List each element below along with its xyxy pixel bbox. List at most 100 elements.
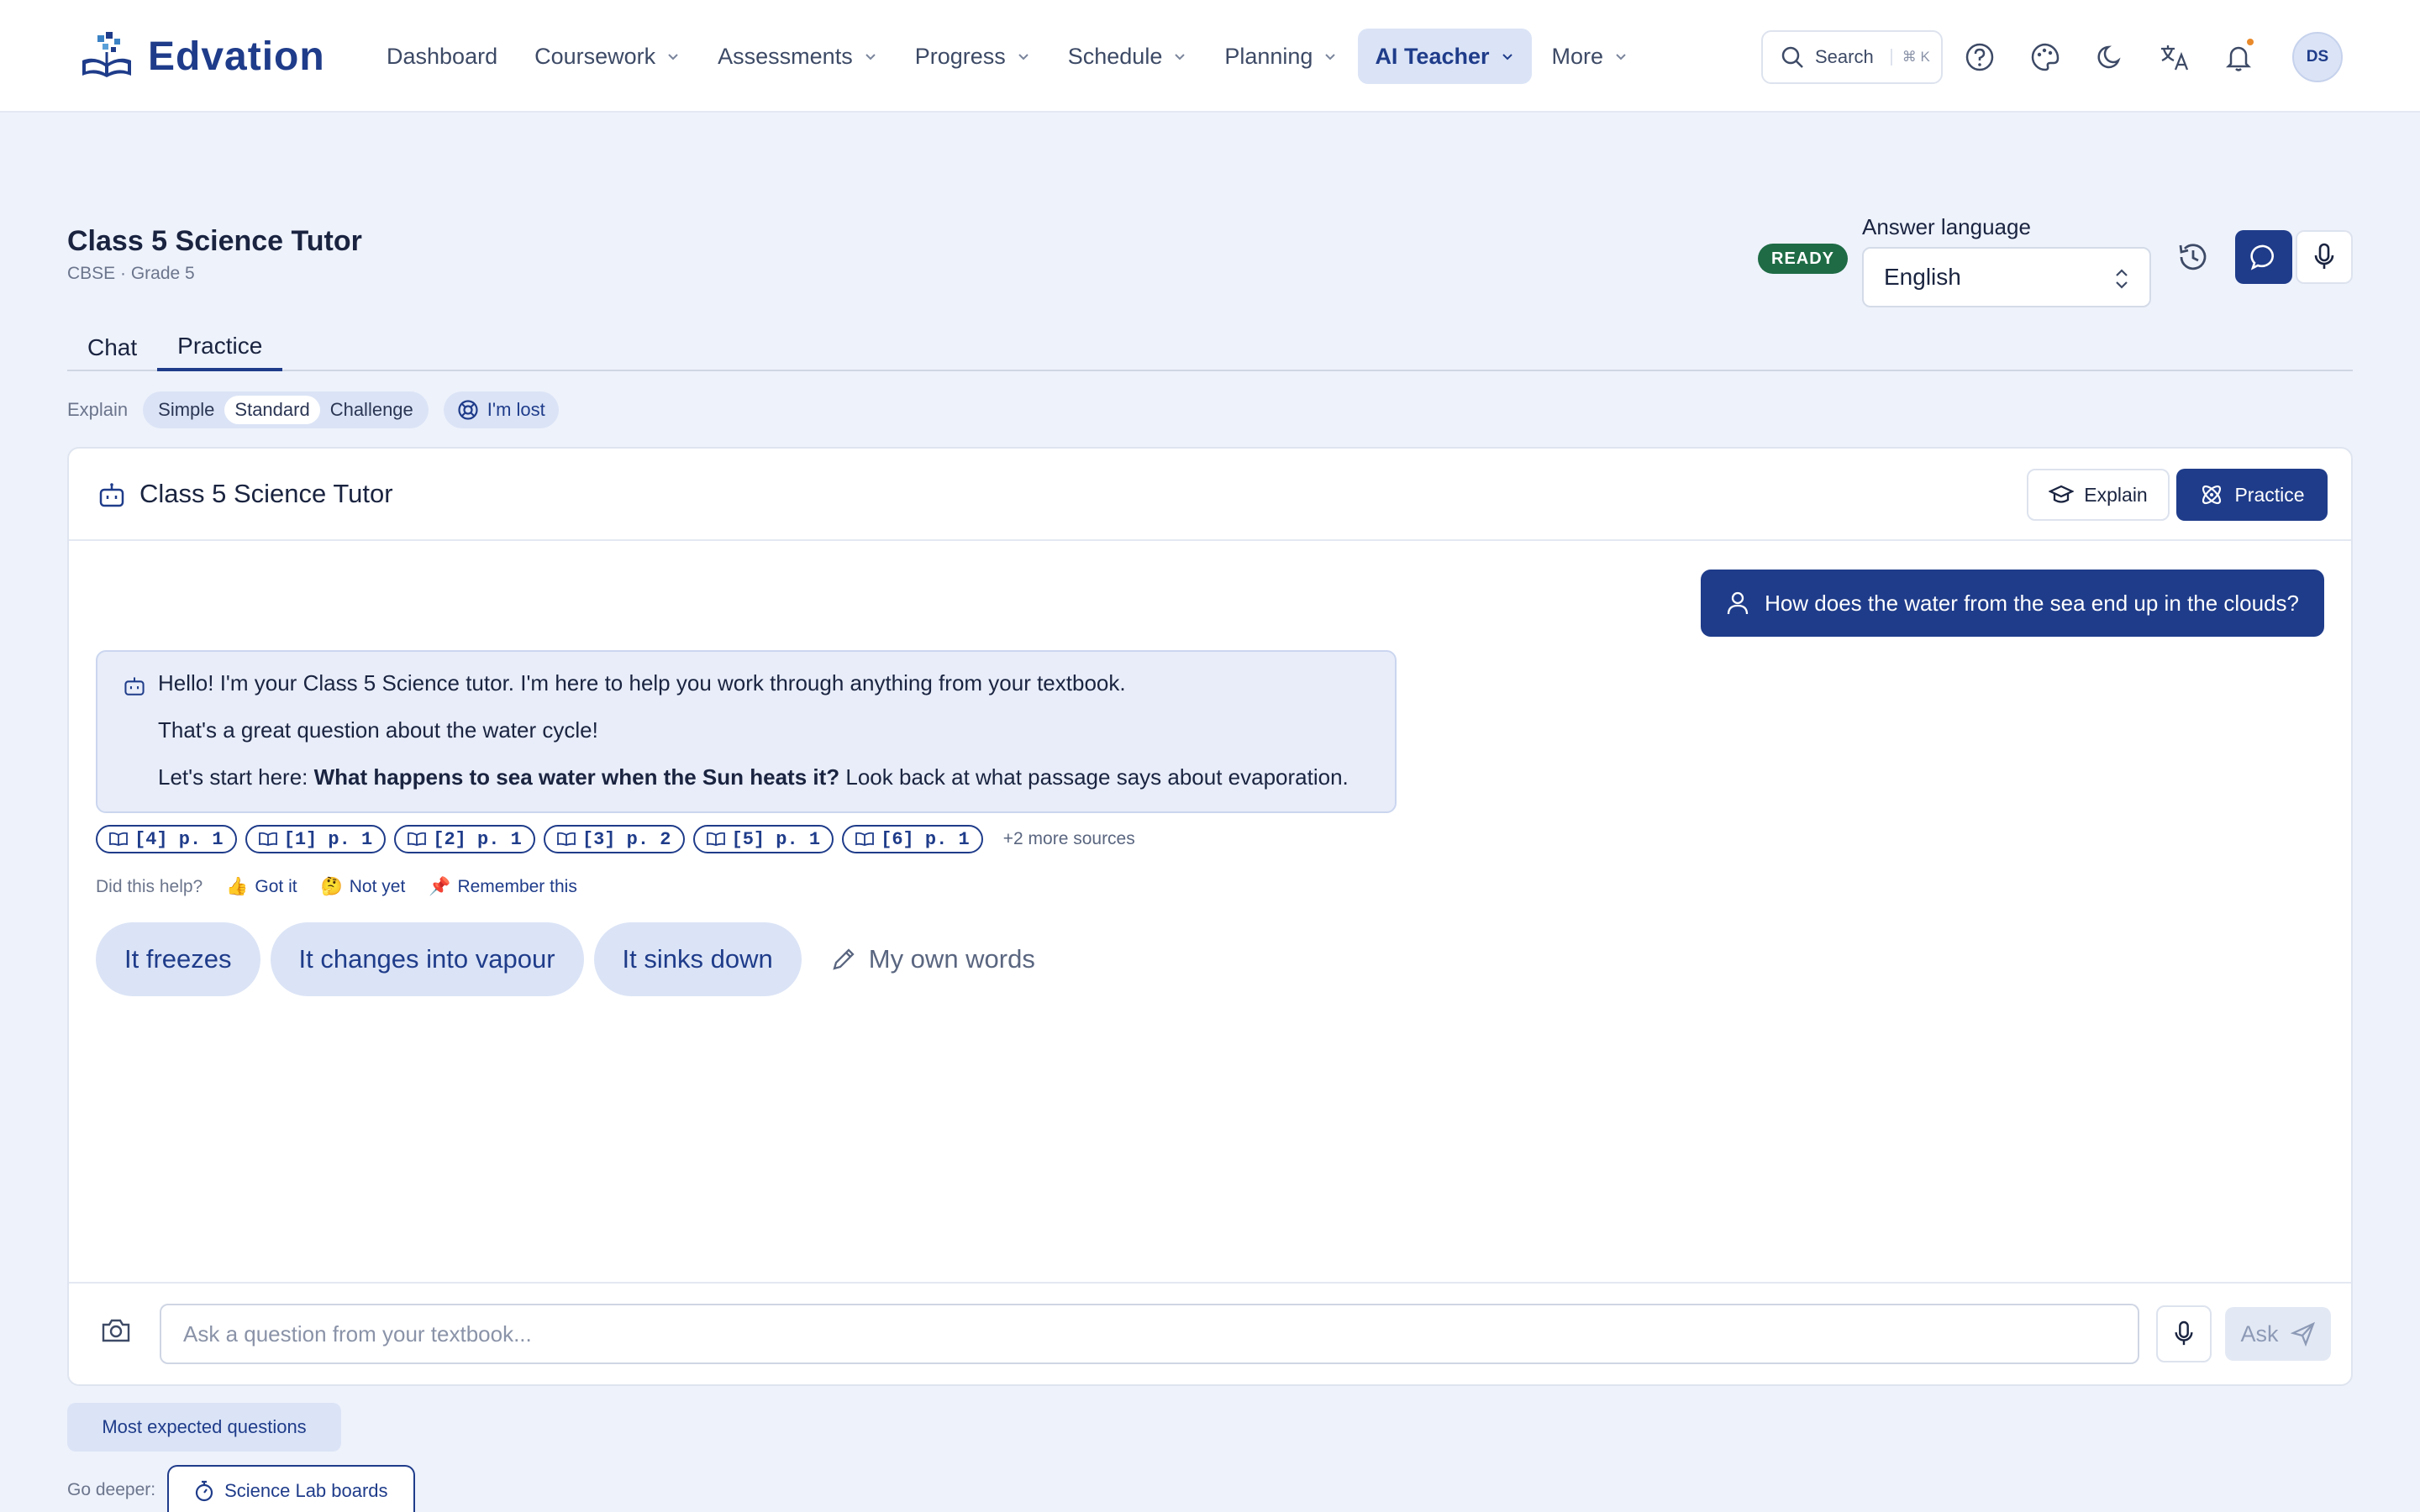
source-chip-label: [1] p. 1: [283, 828, 373, 850]
source-citations: [4] p. 1 [1] p. 1 [2] p. 1 [3] p. 2 [5] …: [96, 825, 1135, 853]
search-label: Search: [1815, 46, 1874, 67]
answer-option[interactable]: It changes into vapour: [270, 922, 584, 996]
thinking-face-icon: 🤔: [320, 877, 343, 896]
chevron-down-icon: [1018, 54, 1028, 60]
most-expected-questions-button[interactable]: Most expected questions: [67, 1403, 341, 1452]
help-icon[interactable]: [1960, 37, 2000, 77]
nav-item-planning[interactable]: Planning: [1207, 29, 1355, 84]
microphone-icon: [2175, 1320, 2193, 1346]
nav-item-dashboard[interactable]: Dashboard: [370, 29, 514, 84]
explain-button[interactable]: Explain: [2027, 469, 2170, 521]
main-nav: Dashboard Coursework Assessments Progres…: [370, 29, 1649, 84]
got-it-button[interactable]: 👍 Got it: [226, 877, 297, 897]
bot-icon: [124, 677, 145, 696]
own-words-button[interactable]: My own words: [812, 922, 1054, 996]
page-subtitle: CBSE · Grade 5: [67, 264, 195, 283]
remember-this-label: Remember this: [457, 877, 577, 896]
nav-item-ai-teacher[interactable]: AI Teacher: [1358, 29, 1532, 84]
remember-this-button[interactable]: 📌 Remember this: [429, 877, 577, 897]
history-icon: [2179, 244, 2207, 270]
bell-icon[interactable]: [2218, 37, 2259, 77]
source-chip[interactable]: [2] p. 1: [394, 825, 535, 853]
practice-button[interactable]: Practice: [2176, 469, 2328, 521]
science-lab-boards-button[interactable]: Science Lab boards: [167, 1465, 415, 1512]
chat-card-title: Class 5 Science Tutor: [139, 479, 393, 508]
chevron-down-icon: [1616, 54, 1626, 60]
source-chip[interactable]: [4] p. 1: [96, 825, 237, 853]
answer-option[interactable]: It freezes: [96, 922, 260, 996]
answer-option[interactable]: It sinks down: [593, 922, 802, 996]
open-book-icon: [706, 832, 725, 846]
camera-icon: [102, 1319, 130, 1342]
voice-mode-button[interactable]: [2296, 230, 2353, 284]
explain-level-standard[interactable]: Standard: [224, 396, 320, 424]
not-yet-label: Not yet: [349, 877, 406, 896]
tab-chat[interactable]: Chat: [67, 324, 157, 371]
more-sources-link[interactable]: +2 more sources: [1003, 829, 1135, 849]
user-message-bubble: How does the water from the sea end up i…: [1701, 570, 2324, 637]
nav-item-more[interactable]: More: [1535, 29, 1646, 84]
brand-logo[interactable]: Edvation: [77, 29, 325, 84]
im-lost-label: I'm lost: [487, 399, 545, 420]
source-chip[interactable]: [1] p. 1: [245, 825, 387, 853]
camera-button[interactable]: [101, 1317, 131, 1344]
global-search-button[interactable]: Search ⌘ K: [1761, 30, 1943, 84]
tutor-chat-card: Class 5 Science Tutor Explain Practice H…: [67, 447, 2353, 1386]
open-book-icon: [855, 832, 875, 846]
explain-level-challenge[interactable]: Challenge: [320, 396, 424, 424]
send-icon: [2290, 1321, 2315, 1347]
palette-icon[interactable]: [2025, 37, 2065, 77]
history-button[interactable]: [2173, 237, 2213, 277]
nav-item-schedule[interactable]: Schedule: [1051, 29, 1205, 84]
logo-book-icon: [77, 30, 136, 82]
go-deeper-row: Go deeper: Science Lab boards: [67, 1465, 415, 1512]
moon-icon[interactable]: [2091, 37, 2131, 77]
lifebuoy-icon: [458, 400, 478, 420]
user-avatar[interactable]: DS: [2292, 32, 2343, 82]
page-title: Class 5 Science Tutor: [67, 225, 362, 257]
chat-mode-button[interactable]: [2235, 230, 2292, 284]
nav-item-label: Dashboard: [387, 43, 498, 69]
atom-icon: [2202, 485, 2222, 505]
thumbs-up-icon: 👍: [226, 877, 249, 896]
practice-button-label: Practice: [2234, 483, 2305, 506]
explain-level-segmented-control: Simple Standard Challenge: [143, 391, 429, 428]
source-chip-label: [3] p. 2: [581, 828, 671, 850]
im-lost-button[interactable]: I'm lost: [443, 391, 559, 428]
nav-item-label: More: [1551, 43, 1604, 69]
explain-level-simple[interactable]: Simple: [148, 396, 224, 424]
answer-language-select[interactable]: English: [1862, 247, 2151, 307]
nav-item-progress[interactable]: Progress: [898, 29, 1048, 84]
tab-practice[interactable]: Practice: [157, 324, 283, 371]
answer-language-label: Answer language: [1862, 214, 2031, 239]
voice-input-button[interactable]: [2156, 1305, 2212, 1362]
notification-dot: [2247, 39, 2254, 45]
chevron-updown-icon: [2116, 269, 2128, 289]
source-chip[interactable]: [6] p. 1: [842, 825, 983, 853]
not-yet-button[interactable]: 🤔 Not yet: [321, 877, 406, 897]
ask-button[interactable]: Ask: [2225, 1307, 2331, 1361]
open-book-icon: [258, 832, 277, 846]
source-chip[interactable]: [3] p. 2: [543, 825, 685, 853]
nav-item-coursework[interactable]: Coursework: [518, 29, 697, 84]
chevron-down-icon: [1502, 54, 1512, 60]
feedback-label: Did this help?: [96, 877, 203, 896]
explain-level-row: Explain Simple Standard Challenge I'm lo…: [67, 391, 559, 428]
answer-language-value: English: [1884, 264, 1961, 290]
search-shortcut: ⌘ K: [1890, 49, 1930, 66]
translate-icon[interactable]: [2154, 37, 2195, 77]
science-lab-boards-label: Science Lab boards: [224, 1480, 388, 1501]
source-chip-label: [2] p. 1: [433, 828, 522, 850]
open-book-icon: [556, 832, 576, 846]
search-icon: [1781, 46, 1803, 68]
tutor-prompt-question: What happens to sea water when the Sun h…: [313, 764, 840, 790]
nav-item-assessments[interactable]: Assessments: [701, 29, 895, 84]
chevron-down-icon: [1175, 54, 1186, 60]
graduation-cap-icon: [2049, 485, 2075, 503]
own-words-label: My own words: [868, 944, 1035, 974]
question-input[interactable]: [160, 1304, 2139, 1364]
open-book-icon: [109, 832, 128, 846]
tutor-greeting: Hello! I'm your Class 5 Science tutor. I…: [158, 670, 1126, 696]
nav-item-label: Progress: [914, 43, 1006, 69]
source-chip[interactable]: [5] p. 1: [692, 825, 834, 853]
